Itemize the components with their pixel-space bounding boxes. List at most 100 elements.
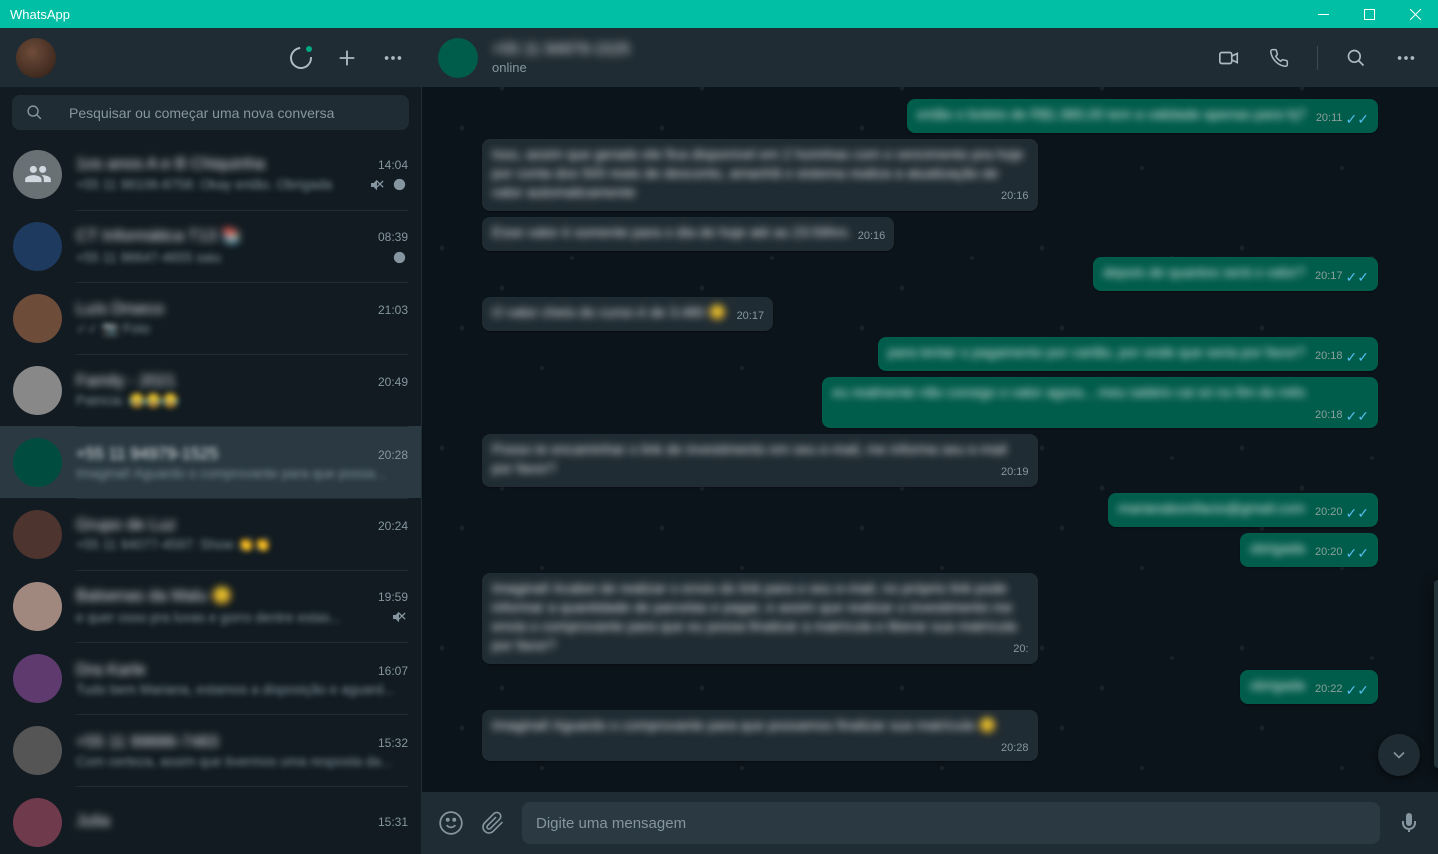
chat-time: 16:07 xyxy=(378,664,408,678)
ctx-forward[interactable]: Encaminhar mensagem xyxy=(1434,628,1438,682)
chat-item[interactable]: 1os anos A e B Chiquinha14:04+55 11 9810… xyxy=(0,138,421,210)
outgoing-message[interactable]: obrigada20:22✓✓ xyxy=(482,670,1378,704)
chat-avatar xyxy=(13,654,62,703)
message-bubble[interactable]: obrigada20:20✓✓ xyxy=(1240,533,1378,567)
muted-icon xyxy=(390,608,408,626)
chat-item-body: Balsenas da Malu 😊19:59e quer osso pra l… xyxy=(76,570,408,642)
read-receipt-icon: ✓✓ xyxy=(1346,409,1369,423)
chat-item-body: CT Informática T13 📚08:39+55 11 96647-46… xyxy=(76,210,408,282)
message-meta: 20:17 xyxy=(737,309,765,324)
chat-item[interactable]: Julia 15:31 xyxy=(0,786,421,854)
message-text: marianabonifacio@gmail.com xyxy=(1118,501,1305,517)
message-meta: 20:20✓✓ xyxy=(1315,505,1369,520)
outgoing-message[interactable]: obrigada20:20✓✓ xyxy=(482,533,1378,567)
menu-icon[interactable] xyxy=(381,46,405,70)
incoming-message[interactable]: Isso, assim que gerado ele fica disponív… xyxy=(482,139,1378,211)
chat-time: 15:31 xyxy=(378,815,408,829)
message-time: 20:28 xyxy=(1001,739,1029,758)
chat-item[interactable]: +55 11 94979-152520:28Imaginal! Aguardo … xyxy=(0,426,421,498)
chat-menu-icon[interactable] xyxy=(1394,46,1418,70)
message-bubble[interactable]: eu realmente não consigo o valor agora..… xyxy=(822,377,1378,428)
message-time: 20:18 xyxy=(1315,347,1343,366)
chat-item[interactable]: CT Informática T13 📚08:39+55 11 96647-46… xyxy=(0,210,421,282)
search-input[interactable]: Pesquisar ou começar uma nova conversa xyxy=(12,95,409,130)
chat-time: 08:39 xyxy=(378,230,408,244)
chat-name: 1os anos A e B Chiquinha xyxy=(76,155,265,174)
messages-pane[interactable]: então o boleto de R$1.980,00 tem a valid… xyxy=(422,87,1438,792)
message-bubble[interactable]: Imaginal! Aguardo o comprovante para que… xyxy=(482,710,1038,761)
attach-icon[interactable] xyxy=(480,810,506,836)
message-bubble[interactable]: O valor cheio do curso é de 3.480 😊 20:17 xyxy=(482,297,773,331)
message-bubble[interactable]: obrigada20:22✓✓ xyxy=(1240,670,1378,704)
read-receipt-icon: ✓✓ xyxy=(1346,270,1369,284)
search-in-chat-icon[interactable] xyxy=(1344,46,1368,70)
message-time: 20:19 xyxy=(1001,463,1029,482)
muted-icon xyxy=(368,176,386,194)
new-chat-icon[interactable] xyxy=(335,46,359,70)
read-receipt-icon: ✓✓ xyxy=(1346,546,1369,560)
contact-titles: +55 11 94979-1525 online xyxy=(492,41,1191,75)
my-avatar[interactable] xyxy=(16,38,56,78)
message-bubble[interactable]: Imaginal! Acabei de realizar o envio do … xyxy=(482,573,1038,664)
right-panel: +55 11 94979-1525 online então o boleto … xyxy=(422,28,1438,854)
contact-avatar[interactable] xyxy=(438,38,478,78)
chat-avatar xyxy=(13,438,62,487)
chat-avatar xyxy=(13,582,62,631)
incoming-message[interactable]: O valor cheio do curso é de 3.480 😊 20:17 xyxy=(482,297,1378,331)
chat-item[interactable]: Grupo de Luz20:24+55 11 94077-4597: Show… xyxy=(0,498,421,570)
message-bubble[interactable]: então o boleto de R$1.980,00 tem a valid… xyxy=(907,99,1378,133)
message-placeholder: Digite uma mensagem xyxy=(536,815,686,832)
outgoing-message[interactable]: eu realmente não consigo o valor agora..… xyxy=(482,377,1378,428)
message-time: 20:11 xyxy=(1316,109,1343,128)
chat-item[interactable]: Dra Karle16:07Tudo bem Mariana, estamos … xyxy=(0,642,421,714)
chat-name: Julia xyxy=(76,812,110,831)
voice-call-icon[interactable] xyxy=(1267,46,1291,70)
outgoing-message[interactable]: para tentar o pagamento por cartão, por … xyxy=(482,337,1378,371)
app-title: WhatsApp xyxy=(10,7,70,22)
incoming-message[interactable]: Imaginal! Acabei de realizar o envio do … xyxy=(482,573,1378,664)
chat-item[interactable]: Balsenas da Malu 😊19:59e quer osso pra l… xyxy=(0,570,421,642)
message-time: 20:16 xyxy=(1001,187,1029,206)
ctx-reply[interactable]: Responder xyxy=(1434,590,1438,628)
chat-item[interactable]: Family - 202120:49Patricia: 😂😂😂 xyxy=(0,354,421,426)
maximize-button[interactable] xyxy=(1346,0,1392,28)
message-input[interactable]: Digite uma mensagem xyxy=(522,802,1380,844)
chat-avatar xyxy=(13,726,62,775)
message-bubble[interactable]: Isso, assim que gerado ele fica disponív… xyxy=(482,139,1038,211)
incoming-message[interactable]: Imaginal! Aguardo o comprovante para que… xyxy=(482,710,1378,761)
chat-item[interactable]: +55 11 99886-748315:32Com certeza, assim… xyxy=(0,714,421,786)
status-icon[interactable] xyxy=(289,46,313,70)
minimize-button[interactable] xyxy=(1300,0,1346,28)
message-bubble[interactable]: depois de quantos será o valor?20:17✓✓ xyxy=(1093,257,1378,291)
ctx-delete[interactable]: Apagar mensagem xyxy=(1434,720,1438,758)
chat-name: Balsenas da Malu 😊 xyxy=(76,587,232,606)
message-bubble[interactable]: marianabonifacio@gmail.com 20:20✓✓ xyxy=(1108,493,1378,527)
chat-list[interactable]: 1os anos A e B Chiquinha14:04+55 11 9810… xyxy=(0,138,421,854)
chat-item[interactable]: Luís Drseco21:03✓✓ 📷 Foto xyxy=(0,282,421,354)
read-receipt-icon: ✓✓ xyxy=(1346,112,1369,126)
message-bubble[interactable]: para tentar o pagamento por cartão, por … xyxy=(878,337,1378,371)
emoji-icon[interactable] xyxy=(438,810,464,836)
chat-item-body: Luís Drseco21:03✓✓ 📷 Foto xyxy=(76,282,408,354)
mic-icon[interactable] xyxy=(1396,810,1422,836)
incoming-message[interactable]: Posso te encaminhar o link de investimen… xyxy=(482,434,1378,487)
ctx-star[interactable]: Favoritar mensagem xyxy=(1434,682,1438,720)
message-meta: 20:28 xyxy=(1001,741,1029,756)
outgoing-message[interactable]: então o boleto de R$1.980,00 tem a valid… xyxy=(482,99,1378,133)
chat-time: 14:04 xyxy=(378,158,408,172)
message-text: obrigada xyxy=(1250,678,1305,694)
message-text: O valor cheio do curso é de 3.480 😊 xyxy=(492,305,727,321)
message-time: 20:18 xyxy=(1315,406,1343,425)
read-receipt-icon: ✓✓ xyxy=(1346,683,1369,697)
chat-name: +55 11 99886-7483 xyxy=(76,733,218,752)
outgoing-message[interactable]: depois de quantos será o valor?20:17✓✓ xyxy=(482,257,1378,291)
scroll-to-bottom-button[interactable] xyxy=(1378,734,1420,776)
video-call-icon[interactable] xyxy=(1217,46,1241,70)
outgoing-message[interactable]: marianabonifacio@gmail.com 20:20✓✓ xyxy=(482,493,1378,527)
conversation-header[interactable]: +55 11 94979-1525 online xyxy=(422,28,1438,87)
read-receipt-icon: ✓✓ xyxy=(1346,350,1369,364)
incoming-message[interactable]: Esse valor é somente para o dia de hoje … xyxy=(482,217,1378,251)
close-button[interactable] xyxy=(1392,0,1438,28)
message-bubble[interactable]: Posso te encaminhar o link de investimen… xyxy=(482,434,1038,487)
message-bubble[interactable]: Esse valor é somente para o dia de hoje … xyxy=(482,217,894,251)
